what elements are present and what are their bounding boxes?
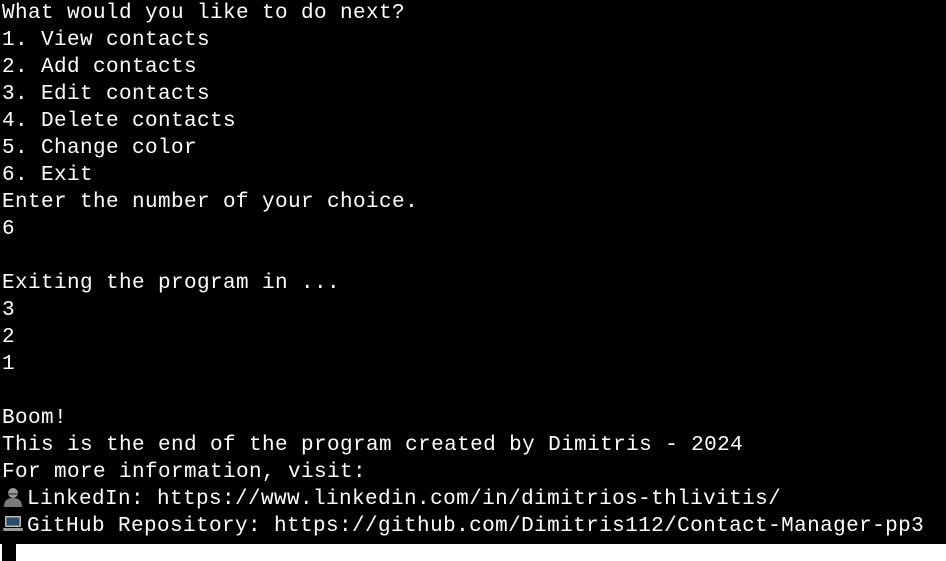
menu-item-exit: 6. Exit [2, 164, 94, 187]
github-link[interactable]: GitHub Repository: https://github.com/Di… [27, 515, 924, 538]
linkedin-line: LinkedIn: https://www.linkedin.com/in/di… [0, 486, 946, 513]
menu-item-edit: 3. Edit contacts [2, 83, 211, 106]
menu-item-view: 1. View contacts [2, 29, 211, 52]
boom-message: Boom! [2, 407, 68, 430]
menu-prompt: What would you like to do next? [2, 2, 406, 25]
end-message: This is the end of the program created b… [2, 434, 744, 457]
laptop-icon [2, 514, 24, 534]
countdown-3: 3 [2, 299, 16, 322]
exit-message: Exiting the program in ... [2, 272, 341, 295]
choice-prompt: Enter the number of your choice. [2, 191, 419, 214]
countdown-2: 2 [2, 326, 16, 349]
countdown-1: 1 [2, 353, 16, 376]
menu-item-delete: 4. Delete contacts [2, 110, 237, 133]
terminal-cursor [2, 540, 16, 561]
terminal-window: What would you like to do next? 1. View … [0, 0, 946, 544]
menu-item-add: 2. Add contacts [2, 56, 198, 79]
bust-silhouette-icon [2, 487, 24, 507]
user-input: 6 [2, 218, 16, 241]
info-message: For more information, visit: [2, 461, 367, 484]
menu-item-color: 5. Change color [2, 137, 198, 160]
github-line: GitHub Repository: https://github.com/Di… [0, 513, 946, 540]
linkedin-link[interactable]: LinkedIn: https://www.linkedin.com/in/di… [27, 488, 781, 511]
